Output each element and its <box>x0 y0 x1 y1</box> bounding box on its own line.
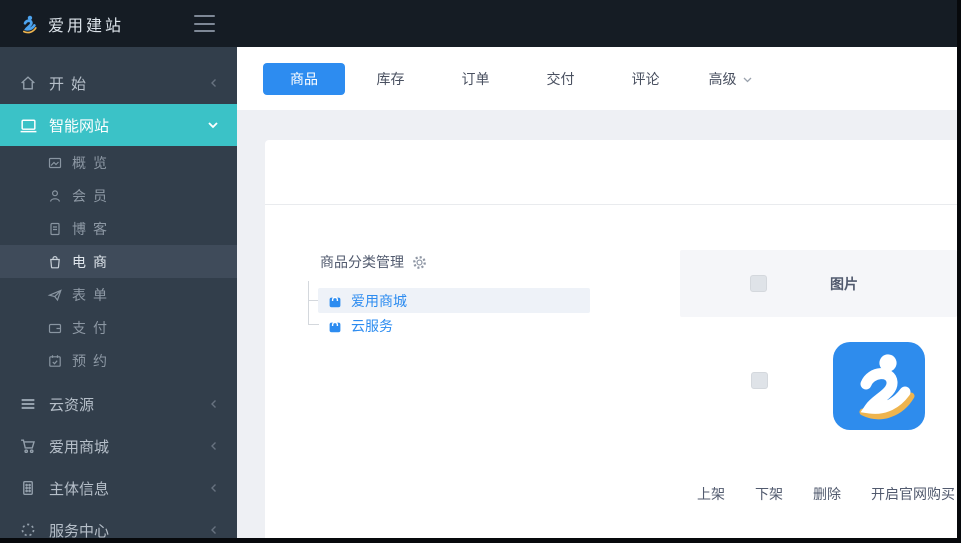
member-user-icon <box>46 187 63 204</box>
main-content: 商品 库存 订单 交付 评论 高级 商品分类管理 <box>237 47 957 538</box>
gear-icon[interactable] <box>412 255 427 270</box>
action-enable-site-purchase[interactable]: 开启官网购买 <box>871 484 955 504</box>
home-icon <box>18 73 38 93</box>
sidebar-toggle-hamburger-icon[interactable] <box>194 15 215 32</box>
sidebar-subitem-label: 博客 <box>72 219 114 239</box>
sidebar-subitem-forms[interactable]: 表单 <box>0 278 237 311</box>
laptop-icon <box>18 115 38 135</box>
sidebar-item-cloud-resources[interactable]: 云资源 <box>0 383 237 425</box>
sidebar-subitem-overview[interactable]: 概览 <box>0 146 237 179</box>
sidebar-item-aiyong-mall[interactable]: 爱用商城 <box>0 425 237 467</box>
sidebar-item-start[interactable]: 开始 <box>0 62 237 104</box>
sidebar-item-smart-website[interactable]: 智能网站 <box>0 104 237 146</box>
cloud-resource-icon <box>18 394 38 414</box>
chevron-down-icon <box>742 75 753 84</box>
form-plane-icon <box>46 286 63 303</box>
window-edge-bottom <box>0 538 961 543</box>
sidebar-item-label: 开始 <box>49 73 93 94</box>
action-delist-product[interactable]: 下架 <box>755 484 783 504</box>
sidebar-subitem-label: 电商 <box>72 252 114 272</box>
service-center-icon <box>18 520 38 540</box>
sidebar-subitem-label: 表单 <box>72 285 114 305</box>
sidebar-item-label: 智能网站 <box>49 115 109 136</box>
app-logo: 爱用建站 <box>17 0 124 47</box>
chevron-down-icon <box>206 119 220 131</box>
row-select-checkbox[interactable] <box>751 372 768 389</box>
blog-doc-icon <box>46 220 63 237</box>
category-tree-label: 云服务 <box>351 316 393 336</box>
tab-comments[interactable]: 评论 <box>603 69 688 89</box>
payment-wallet-icon <box>46 319 63 336</box>
ecommerce-bag-icon <box>46 253 63 270</box>
sidebar-subitem-label: 支付 <box>72 318 114 338</box>
tab-products[interactable]: 商品 <box>263 63 345 95</box>
mall-cart-icon <box>18 436 38 456</box>
category-tree-item-cloud-service[interactable]: 云服务 <box>318 313 403 338</box>
subject-info-icon <box>18 478 38 498</box>
booking-calendar-icon <box>46 352 63 369</box>
sidebar-item-label: 云资源 <box>49 394 94 415</box>
tab-inventory[interactable]: 库存 <box>348 69 433 89</box>
tab-advanced[interactable]: 高级 <box>688 69 773 89</box>
sidebar-item-subject-info[interactable]: 主体信息 <box>0 467 237 509</box>
tab-advanced-label: 高级 <box>709 69 737 89</box>
tab-delivery[interactable]: 交付 <box>518 69 603 89</box>
category-panel-title: 商品分类管理 <box>320 252 404 272</box>
action-delete-product[interactable]: 删除 <box>813 484 841 504</box>
sidebar-subitem-label: 概览 <box>72 153 114 173</box>
product-image[interactable] <box>833 342 925 430</box>
bag-icon <box>327 293 343 309</box>
chevron-left-icon <box>208 76 220 90</box>
select-all-checkbox[interactable] <box>750 275 767 292</box>
sidebar-subitem-blog[interactable]: 博客 <box>0 212 237 245</box>
category-tree-item-aiyong-mall[interactable]: 爱用商城 <box>318 288 590 313</box>
smart-website-submenu: 概览 会员 博客 电商 <box>0 146 237 377</box>
category-panel-header: 商品分类管理 <box>320 252 427 272</box>
sidebar-subitem-label: 会员 <box>72 186 114 206</box>
sidebar-subitem-label: 预约 <box>72 351 114 371</box>
chevron-left-icon <box>208 397 220 411</box>
window-edge-right <box>957 0 961 543</box>
app-title: 爱用建站 <box>48 12 124 36</box>
sidebar-subitem-booking[interactable]: 预约 <box>0 344 237 377</box>
action-list-product[interactable]: 上架 <box>697 484 725 504</box>
aiyong-logo-icon <box>17 13 39 35</box>
overview-image-icon <box>46 154 63 171</box>
sidebar: 开始 智能网站 概览 <box>0 47 237 538</box>
bag-icon <box>327 318 343 334</box>
tree-connector-line <box>308 281 309 325</box>
chevron-left-icon <box>208 523 220 537</box>
chevron-left-icon <box>208 439 220 453</box>
chevron-left-icon <box>208 481 220 495</box>
product-table-header: 图片 <box>680 250 957 317</box>
sidebar-subitem-members[interactable]: 会员 <box>0 179 237 212</box>
panel-toolbar-area <box>265 140 957 205</box>
tab-orders[interactable]: 订单 <box>433 69 518 89</box>
tab-bar: 商品 库存 订单 交付 评论 高级 <box>237 47 957 110</box>
sidebar-subitem-payment[interactable]: 支付 <box>0 311 237 344</box>
sidebar-item-label: 爱用商城 <box>49 436 109 457</box>
app-window: 爱用建站 开始 智能网站 <box>0 0 961 543</box>
footer-actions: 上架 下架 删除 开启官网购买 <box>697 484 955 504</box>
column-header-image: 图片 <box>830 274 858 294</box>
products-panel: 商品分类管理 爱用商城 云服务 <box>265 140 957 538</box>
sidebar-item-label: 主体信息 <box>49 478 109 499</box>
sidebar-subitem-ecommerce[interactable]: 电商 <box>0 245 237 278</box>
category-tree-label: 爱用商城 <box>351 291 407 311</box>
topbar: 爱用建站 <box>0 0 961 47</box>
